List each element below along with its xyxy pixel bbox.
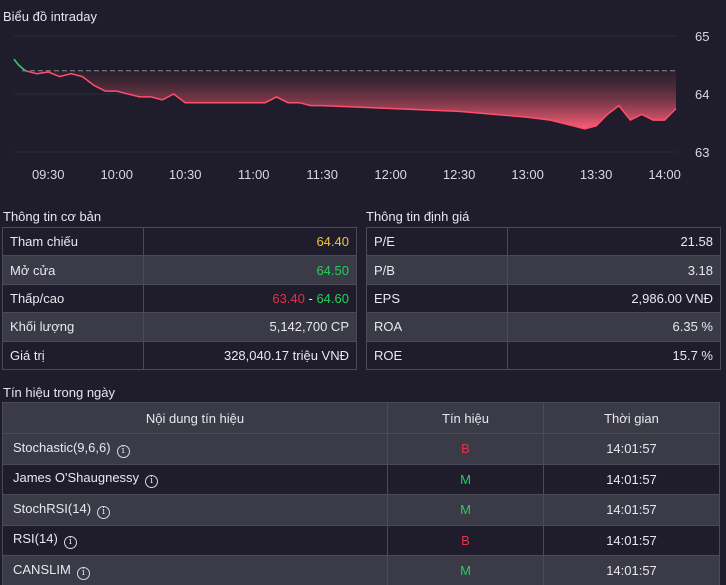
trade-value-value: 328,040.17 triệu VNĐ: [143, 340, 357, 370]
eps-value: 2,986.00 VNĐ: [507, 283, 721, 314]
table-row: StochRSI(14) i M 14:01:57: [2, 494, 720, 526]
signal-name-cell: James O'Shaugnessy i: [2, 463, 388, 495]
x-tick-label: 10:00: [100, 167, 133, 182]
x-tick-label: 09:30: [32, 167, 65, 182]
roe-value: 15.7 %: [507, 340, 721, 370]
row-roa: ROA 6.35 %: [366, 312, 721, 342]
x-tick-label: 14:00: [648, 167, 681, 182]
x-tick-label: 10:30: [169, 167, 202, 182]
signal-name: Stochastic(9,6,6): [13, 439, 111, 455]
header-signal-content: Nội dung tín hiệu: [2, 402, 388, 434]
signal-time: 14:01:57: [543, 433, 720, 465]
high-value: 64.60: [316, 290, 349, 306]
intraday-chart-svg: 65 64 63 09:30 10:00 10:30 11:00 11:30 12:00 12:3…: [13, 29, 709, 182]
row-pe: P/E 21.58: [366, 226, 721, 257]
reference-value: 64.40: [143, 226, 357, 257]
signal-time: 14:01:57: [543, 555, 720, 585]
signal-name-cell: StochRSI(14) i: [2, 494, 388, 526]
table-row: CANSLIM i M 14:01:57: [2, 555, 720, 585]
x-tick-label: 11:00: [238, 167, 270, 182]
x-tick-label: 11:30: [306, 167, 338, 182]
open-label: Mở cửa: [2, 255, 144, 285]
down-area: [14, 70, 676, 129]
table-row: RSI(14) i B 14:01:57: [2, 524, 720, 556]
info-icon[interactable]: i: [97, 505, 111, 519]
row-eps: EPS 2,986.00 VNĐ: [366, 283, 721, 314]
y-tick-label: 63: [695, 145, 709, 160]
signal-name: CANSLIM: [13, 561, 71, 577]
price-line-up: [13, 58, 26, 72]
signals-header-row: Nội dung tín hiệu Tín hiệu Thời gian: [2, 402, 720, 434]
pb-value: 3.18: [507, 255, 721, 285]
row-roe: ROE 15.7 %: [366, 340, 721, 370]
pe-value: 21.58: [507, 226, 721, 257]
signal-value: M: [387, 463, 544, 495]
intraday-chart: Biểu đồ intraday 65 64 63 09:30 10:00 10:30 11…: [0, 0, 726, 195]
volume-value: 5,142,700 CP: [143, 312, 357, 342]
x-tick-label: 12:00: [374, 167, 407, 182]
info-icon[interactable]: i: [63, 536, 77, 550]
signal-name: James O'Shaugnessy: [13, 470, 140, 486]
roa-value: 6.35 %: [507, 312, 721, 342]
y-tick-label: 65: [695, 29, 709, 44]
signal-value: B: [387, 433, 544, 465]
row-open: Mở cửa 64.50: [2, 255, 357, 285]
table-row: James O'Shaugnessy i M 14:01:57: [2, 463, 720, 495]
low-high-separator: -: [304, 290, 317, 306]
signals-table: Nội dung tín hiệu Tín hiệu Thời gian Sto…: [2, 402, 720, 585]
signal-name-cell: Stochastic(9,6,6) i: [2, 433, 388, 465]
x-tick-label: 12:30: [443, 167, 476, 182]
open-value: 64.50: [143, 255, 357, 285]
y-tick-label: 64: [695, 87, 709, 102]
volume-label: Khối lượng: [2, 312, 144, 342]
table-row: Stochastic(9,6,6) i B 14:01:57: [2, 433, 720, 465]
roa-label: ROA: [366, 312, 508, 342]
valuation-table: P/E 21.58 P/B 3.18 EPS 2,986.00 VNĐ ROA …: [366, 226, 721, 370]
signals-title: Tín hiệu trong ngày: [3, 385, 116, 400]
signal-value: M: [387, 494, 544, 526]
low-high-label: Thấp/cao: [2, 283, 144, 314]
row-value: Giá trị 328,040.17 triệu VNĐ: [2, 340, 357, 370]
row-low-high: Thấp/cao 63.40 - 64.60: [2, 283, 357, 314]
trade-value-label: Giá trị: [2, 340, 144, 370]
info-icon[interactable]: i: [76, 566, 90, 580]
row-reference: Tham chiếu 64.40: [2, 226, 357, 257]
low-value: 63.40: [272, 290, 305, 306]
signal-time: 14:01:57: [543, 463, 720, 495]
basic-info-table: Tham chiếu 64.40 Mở cửa 64.50 Thấp/cao 6…: [2, 226, 357, 370]
signal-value: M: [387, 555, 544, 585]
valuation-title: Thông tin định giá: [366, 209, 470, 224]
info-icon[interactable]: i: [116, 444, 130, 458]
info-icon[interactable]: i: [145, 475, 159, 489]
basic-info-title: Thông tin cơ bản: [3, 209, 102, 224]
header-time: Thời gian: [543, 402, 720, 434]
x-tick-label: 13:30: [580, 167, 613, 182]
signal-name: RSI(14): [13, 531, 58, 547]
row-volume: Khối lượng 5,142,700 CP: [2, 312, 357, 342]
x-tick-label: 13:00: [511, 167, 544, 182]
row-pb: P/B 3.18: [366, 255, 721, 285]
reference-label: Tham chiếu: [2, 226, 144, 257]
signal-name-cell: RSI(14) i: [2, 524, 388, 556]
pe-label: P/E: [366, 226, 508, 257]
low-high-value: 63.40 - 64.60: [143, 283, 357, 314]
signal-name-cell: CANSLIM i: [2, 555, 388, 585]
roe-label: ROE: [366, 340, 508, 370]
eps-label: EPS: [366, 283, 508, 314]
signal-value: B: [387, 524, 544, 556]
header-signal: Tín hiệu: [387, 402, 544, 434]
signal-time: 14:01:57: [543, 524, 720, 556]
pb-label: P/B: [366, 255, 508, 285]
signal-name: StochRSI(14): [13, 500, 92, 516]
signal-time: 14:01:57: [543, 494, 720, 526]
